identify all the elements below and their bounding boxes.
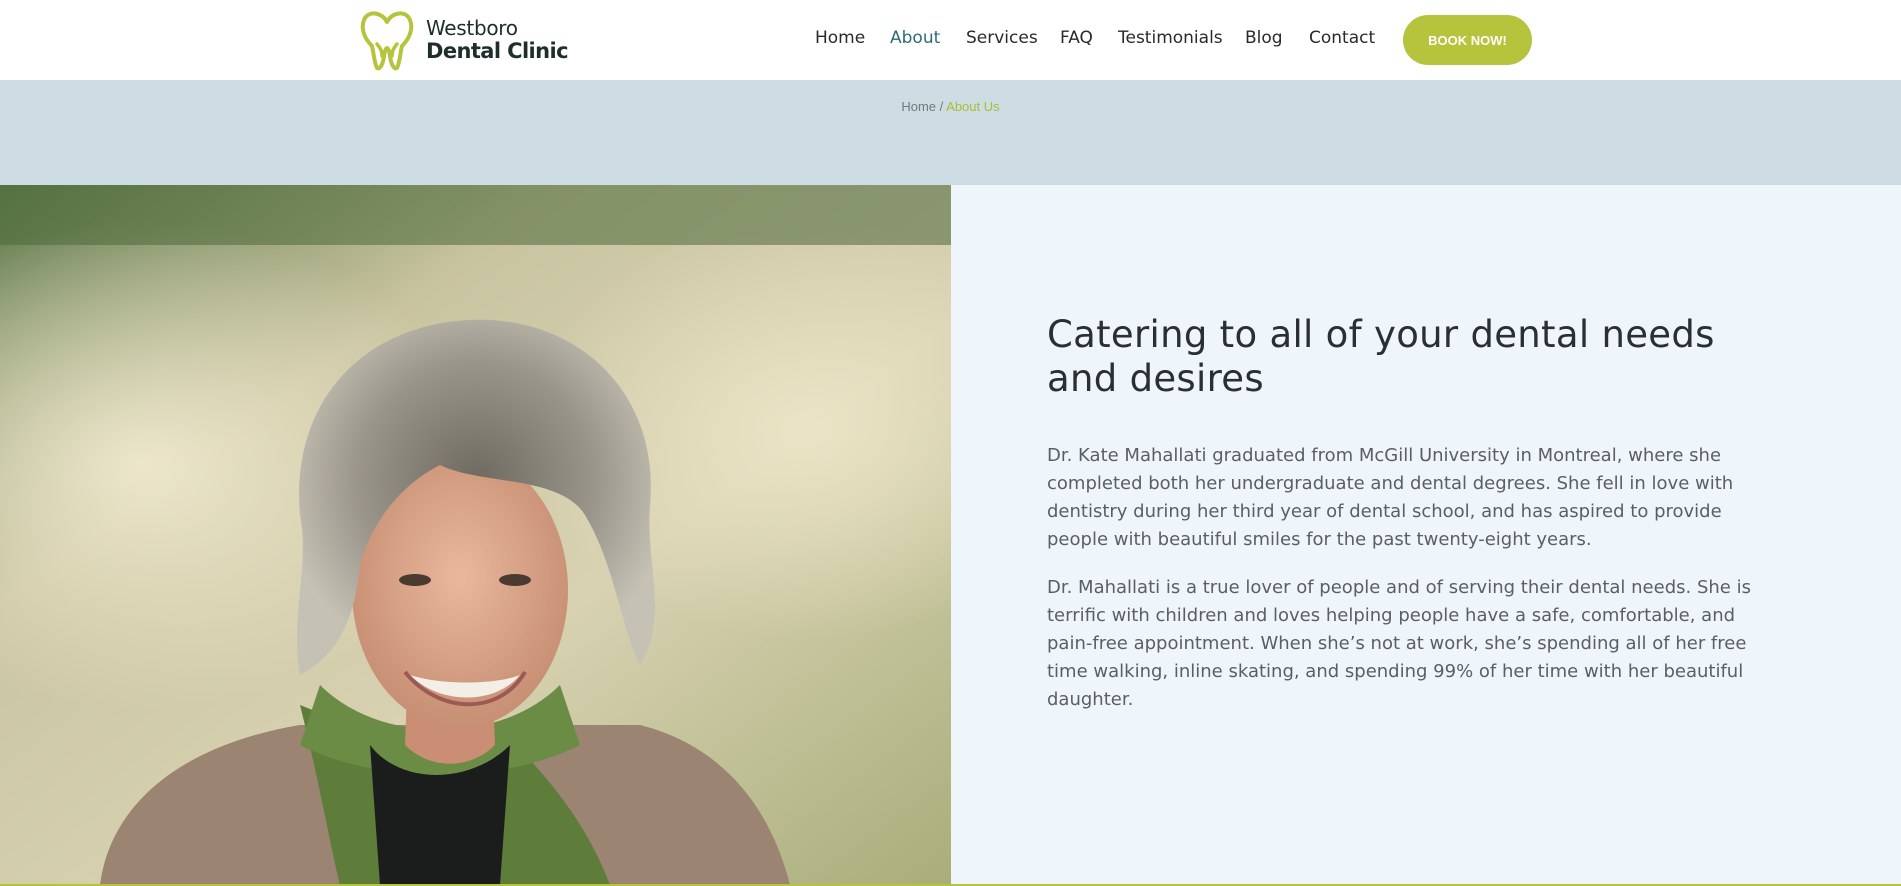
nav-item-testimonials[interactable]: Testimonials [1118,28,1223,48]
about-paragraph-1: Dr. Kate Mahallati graduated from McGill… [1047,445,1734,550]
breadcrumb-home-link[interactable]: Home [901,99,936,114]
nav-item-about[interactable]: About [890,28,940,48]
about-heading: Catering to all of your dental needs and… [1047,313,1715,400]
site-header: Westboro Dental Clinic Home About Servic… [0,0,1901,80]
breadcrumb-separator: / [936,99,947,114]
main-nav: Home About Services FAQ Testimonials Blo… [0,28,1901,52]
nav-item-blog[interactable]: Blog [1245,28,1283,48]
breadcrumb: Home / About Us [0,99,1901,114]
doctor-portrait-photo [0,185,951,885]
nav-item-contact[interactable]: Contact [1309,28,1375,48]
nav-item-home[interactable]: Home [815,28,865,48]
breadcrumb-band: Home / About Us [0,80,1901,185]
nav-item-faq[interactable]: FAQ [1060,28,1093,48]
nav-item-services[interactable]: Services [966,28,1038,48]
about-content-panel: Catering to all of your dental needs and… [951,185,1901,885]
breadcrumb-current: About Us [946,99,1000,114]
portrait-image [0,185,951,885]
about-paragraph-2: Dr. Mahallati is a true lover of people … [1047,577,1751,710]
book-now-button[interactable]: BOOK NOW! [1403,15,1532,65]
